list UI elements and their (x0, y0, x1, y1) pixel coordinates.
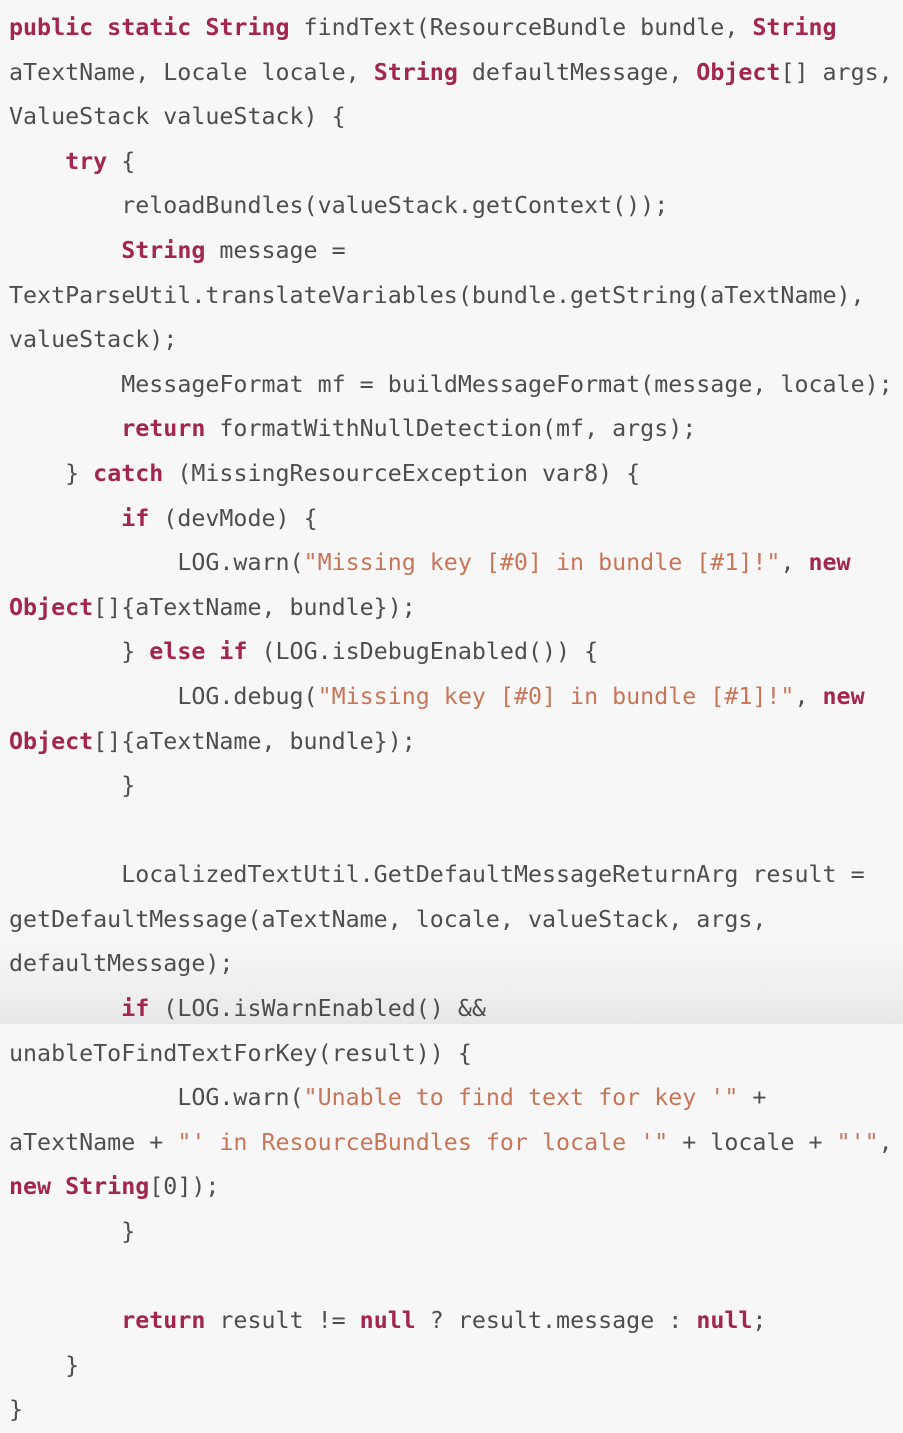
code-line: if (devMode) { (9, 497, 899, 542)
code-token-key: try (65, 147, 108, 175)
code-token-plain: , (780, 549, 809, 577)
code-token-key: null (359, 1307, 416, 1335)
code-token-key: null (696, 1307, 753, 1335)
code-token-key: String (373, 58, 458, 86)
code-token-key: else if (149, 638, 248, 666)
code-line: if (LOG.isWarnEnabled() && unableToFindT… (9, 987, 899, 1076)
code-token-plain: MessageFormat mf = buildMessageFormat(me… (121, 370, 893, 398)
code-line: try { (9, 140, 899, 185)
code-token-plain: (MissingResourceException var8) { (163, 459, 641, 487)
code-token-key: return (121, 1307, 206, 1335)
code-token-plain: , (794, 682, 823, 710)
code-token-key: String (752, 14, 837, 41)
code-line: reloadBundles(valueStack.getContext()); (9, 184, 899, 229)
code-token-plain: + locale + (668, 1128, 837, 1156)
code-token-plain: LOG.warn( (177, 549, 304, 577)
code-token-plain: defaultMessage, (457, 58, 697, 86)
code-line: } (9, 1344, 899, 1389)
code-token-string: "' in ResourceBundles for locale '" (177, 1128, 669, 1156)
code-line: } (9, 764, 899, 809)
code-token-plain: result != (205, 1307, 360, 1335)
code-token-plain: } (65, 1351, 80, 1379)
code-token-plain: } (121, 1218, 136, 1246)
code-token-plain: LocalizedTextUtil.GetDefaultMessageRetur… (9, 861, 879, 978)
code-token-plain: (devMode) { (149, 504, 318, 532)
code-line: } (9, 1210, 899, 1255)
code-token-plain: [0]); (149, 1173, 220, 1201)
code-token-plain: formatWithNullDetection(mf, args); (205, 415, 697, 443)
source-code-block[interactable]: public static String findText(ResourceBu… (0, 0, 903, 1433)
code-token-key: catch (93, 459, 164, 487)
code-token-key: Object (696, 58, 781, 86)
code-token-key: return (121, 415, 206, 443)
code-token-string: "Unable to find text for key '" (303, 1084, 739, 1112)
code-token-string: "'" (836, 1128, 879, 1156)
code-token-key: if (121, 504, 150, 532)
code-line: LOG.debug("Missing key [#0] in bundle [#… (9, 675, 899, 764)
code-snippet-viewer: public static String findText(ResourceBu… (0, 0, 903, 1423)
code-line: } else if (LOG.isDebugEnabled()) { (9, 630, 899, 675)
code-token-string: "Missing key [#0] in bundle [#1]!" (303, 549, 781, 577)
code-line: } (9, 1388, 899, 1433)
code-token-plain: ? result.message : (415, 1307, 697, 1335)
code-token-plain: findText(ResourceBundle bundle, (289, 14, 753, 41)
code-token-plain: } (9, 1396, 24, 1424)
code-token-plain: , (878, 1128, 893, 1156)
code-token-plain: LOG.debug( (177, 682, 318, 710)
code-token-plain: LOG.warn( (177, 1084, 304, 1112)
code-token-key: if (121, 995, 150, 1023)
code-token-plain: } (121, 772, 136, 800)
code-line: LOG.warn("Missing key [#0] in bundle [#1… (9, 541, 899, 630)
code-line: String message = TextParseUtil.translate… (9, 229, 899, 363)
code-token-plain: []{aTextName, bundle}); (93, 727, 416, 755)
code-line: } catch (MissingResourceException var8) … (9, 452, 899, 497)
code-token-plain: { (107, 147, 136, 175)
code-line: LOG.warn("Unable to find text for key '"… (9, 1076, 899, 1210)
code-token-string: "Missing key [#0] in bundle [#1]!" (317, 682, 795, 710)
code-token-plain: } (65, 459, 94, 487)
code-token-plain: } (121, 638, 150, 666)
code-token-plain: (LOG.isDebugEnabled()) { (247, 638, 599, 666)
code-token-plain: reloadBundles(valueStack.getContext()); (121, 192, 669, 220)
code-line: LocalizedTextUtil.GetDefaultMessageRetur… (9, 853, 899, 987)
code-token-plain: ; (752, 1307, 767, 1335)
code-token-key: public static String (9, 14, 290, 41)
code-token-key: new String (9, 1173, 150, 1201)
code-line: MessageFormat mf = buildMessageFormat(me… (9, 363, 899, 408)
code-token-key: String (121, 236, 206, 264)
code-line: return formatWithNullDetection(mf, args)… (9, 407, 899, 452)
code-line: return result != null ? result.message :… (9, 1299, 899, 1344)
code-line: public static String findText(ResourceBu… (9, 6, 899, 140)
code-token-plain: []{aTextName, bundle}); (93, 593, 416, 621)
